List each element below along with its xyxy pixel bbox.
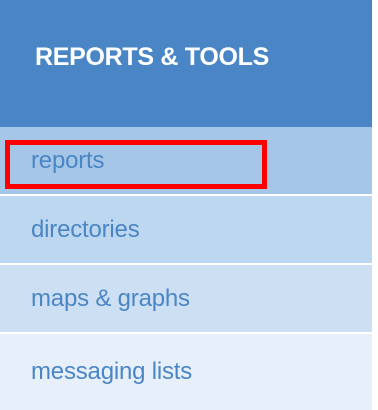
reports-tools-panel: REPORTS & TOOLS reports directories maps… bbox=[0, 0, 372, 410]
menu-item-label[interactable]: directories bbox=[31, 216, 140, 244]
menu-item-label[interactable]: reports bbox=[31, 147, 104, 175]
panel-header: REPORTS & TOOLS bbox=[0, 0, 372, 127]
menu-item-directories[interactable]: directories bbox=[0, 196, 372, 265]
menu-item-reports[interactable]: reports bbox=[0, 127, 372, 196]
panel-title: REPORTS & TOOLS bbox=[35, 43, 269, 71]
menu-item-maps-graphs[interactable]: maps & graphs bbox=[0, 265, 372, 334]
menu-item-label[interactable]: messaging lists bbox=[31, 358, 192, 386]
menu-item-label[interactable]: maps & graphs bbox=[31, 285, 190, 313]
reports-tools-menu: reports directories maps & graphs messag… bbox=[0, 127, 372, 410]
menu-item-messaging-lists[interactable]: messaging lists bbox=[0, 334, 372, 410]
